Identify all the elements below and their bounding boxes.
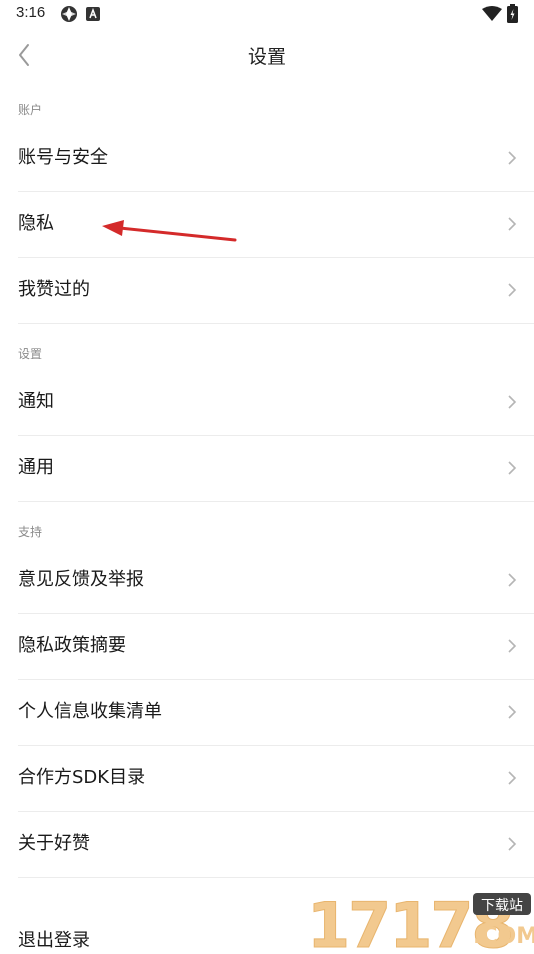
chevron-right-icon (508, 837, 517, 851)
chevron-right-icon (508, 771, 517, 785)
section-label: 账户 (18, 103, 43, 117)
section-header-settings: 设置 (0, 324, 534, 370)
settings-item-personal-info-list[interactable]: 个人信息收集清单 (18, 680, 534, 746)
settings-item-sdk-directory[interactable]: 合作方SDK目录 (18, 746, 534, 812)
settings-item-general[interactable]: 通用 (18, 436, 534, 502)
settings-item-feedback[interactable]: 意见反馈及举报 (18, 548, 534, 614)
annotation-arrow-icon (102, 220, 237, 242)
section-label: 支持 (18, 525, 43, 539)
settings-item-about[interactable]: 关于好赞 (18, 812, 534, 878)
chevron-right-icon (508, 283, 517, 297)
settings-item-notifications[interactable]: 通知 (18, 370, 534, 436)
chevron-right-icon (508, 217, 517, 231)
divider (18, 877, 534, 878)
nav-bar: 设置 (0, 28, 534, 84)
settings-list: 账户 账号与安全 隐私 我赞过的 设置 通知 通用 支持 意见反馈及举报 隐私政… (0, 96, 534, 878)
settings-item-label: 意见反馈及举报 (18, 569, 144, 590)
wifi-icon (482, 6, 502, 26)
notification-a-icon (86, 6, 100, 25)
logout-button[interactable]: 退出登录 (18, 926, 90, 952)
chevron-right-icon (508, 461, 517, 475)
settings-item-label: 通用 (18, 457, 54, 478)
status-bar: 3:16 (0, 0, 534, 28)
settings-item-label: 个人信息收集清单 (18, 701, 162, 722)
settings-item-label: 账号与安全 (18, 147, 108, 168)
chevron-right-icon (508, 151, 517, 165)
battery-charging-icon (507, 4, 518, 27)
settings-item-label: 合作方SDK目录 (18, 767, 146, 788)
section-header-account: 账户 (0, 96, 534, 126)
chevron-right-icon (508, 573, 517, 587)
section-header-support: 支持 (0, 502, 534, 548)
settings-item-liked[interactable]: 我赞过的 (18, 258, 534, 324)
settings-item-account-security[interactable]: 账号与安全 (18, 126, 534, 192)
svg-text:下载站: 下载站 (481, 898, 523, 914)
watermark-logo: 17178 下载站 .COM (305, 885, 534, 954)
app-notification-icon (60, 5, 78, 27)
svg-text:.COM: .COM (473, 924, 534, 949)
chevron-right-icon (508, 705, 517, 719)
section-label: 设置 (18, 347, 43, 361)
settings-item-label: 隐私政策摘要 (18, 635, 126, 656)
settings-item-label: 隐私 (18, 213, 54, 234)
settings-item-label: 我赞过的 (18, 279, 90, 300)
settings-item-label: 关于好赞 (18, 833, 90, 854)
settings-item-privacy-policy[interactable]: 隐私政策摘要 (18, 614, 534, 680)
chevron-right-icon (508, 639, 517, 653)
chevron-right-icon (508, 395, 517, 409)
settings-item-label: 通知 (18, 391, 54, 412)
status-time: 3:16 (16, 4, 46, 21)
page-title: 设置 (247, 46, 286, 68)
